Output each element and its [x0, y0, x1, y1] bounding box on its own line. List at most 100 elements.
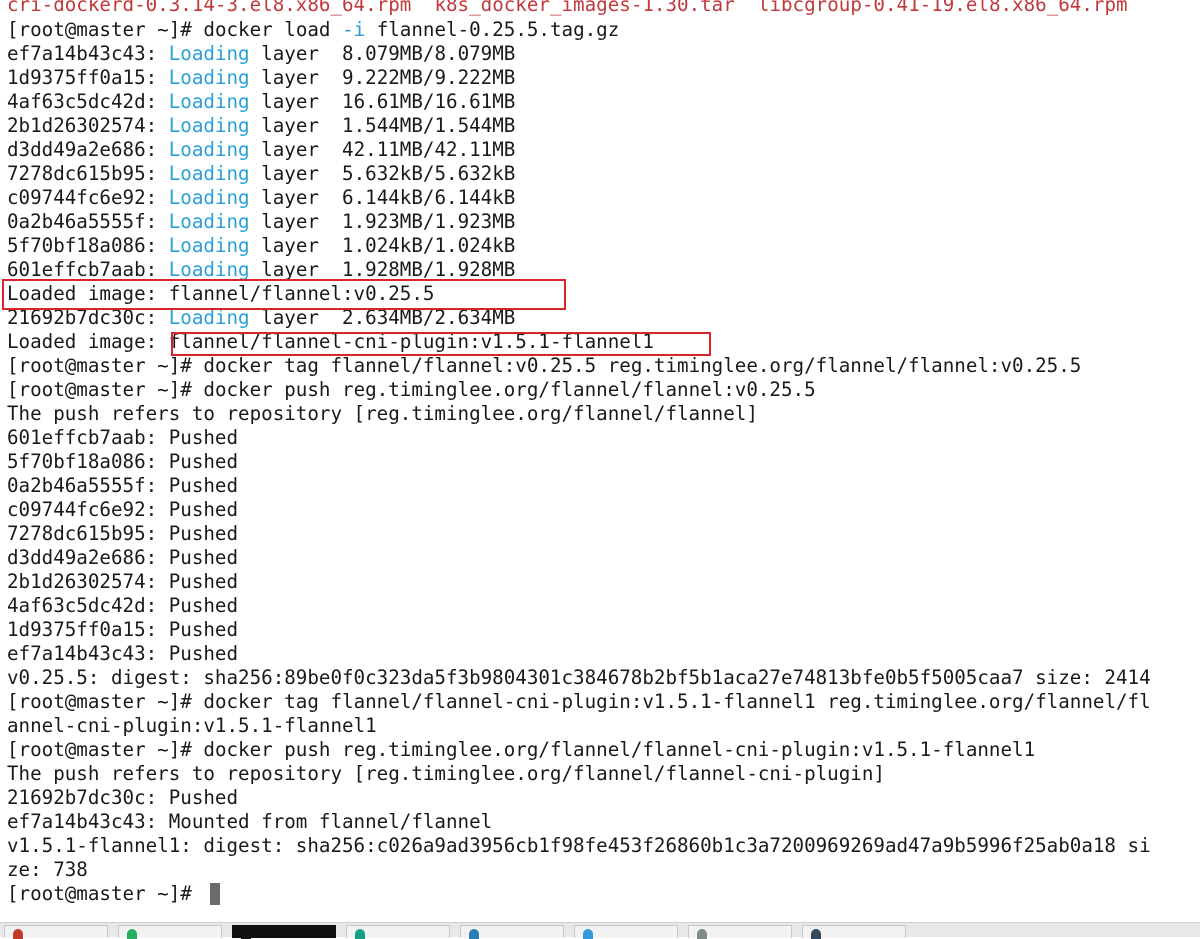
file-name: libcgroup-0.41-19.el8.x86_64.rpm — [757, 0, 1128, 16]
taskbar-item[interactable] — [346, 925, 450, 939]
terminal-icon — [241, 929, 251, 939]
layer-size: 1.544MB/1.544MB — [342, 114, 516, 137]
layer-size: 42.11MB/42.11MB — [342, 138, 516, 161]
taskbar-item[interactable] — [688, 925, 792, 939]
layer-id: 21692b7dc30c: — [7, 306, 158, 329]
loading-layer-line: 2b1d26302574: Loading layer 1.544MB/1.54… — [7, 114, 515, 138]
text-cursor — [210, 883, 220, 905]
taskbar — [0, 922, 1200, 939]
layer-word: layer — [249, 138, 343, 161]
taskbar-item[interactable] — [4, 925, 108, 939]
loading-word: Loading — [168, 306, 250, 329]
layer-word: layer — [249, 210, 343, 233]
loaded-image-value: flannel/flannel-cni-plugin:v1.5.1-flanne… — [168, 330, 654, 353]
layer-word: layer — [249, 42, 343, 65]
layer-word: layer — [249, 186, 343, 209]
pushed-layer-line: ef7a14b43c43: Pushed — [7, 642, 239, 665]
pushed-layer-line: 2b1d26302574: Pushed — [7, 570, 239, 593]
loading-layer-line: 1d9375ff0a15: Loading layer 9.222MB/9.22… — [7, 66, 515, 90]
final-prompt-line[interactable]: [root@master ~]# — [7, 882, 203, 906]
layer-word: layer — [249, 114, 343, 137]
taskbar-item[interactable] — [118, 925, 222, 939]
app-icon-gray — [697, 929, 707, 939]
file-name: cri-dockerd-0.3.14-3.el8.x86_64.rpm — [7, 0, 412, 16]
push-refers-line: The push refers to repository [reg.timin… — [7, 402, 758, 425]
pushed-layer-line: 5f70bf18a086: Pushed — [7, 450, 239, 473]
mounted-layer-line: ef7a14b43c43: Mounted from flannel/flann… — [7, 810, 493, 833]
layer-size: 6.144kB/6.144kB — [342, 186, 516, 209]
loading-layer-line: 21692b7dc30c: Loading layer 2.634MB/2.63… — [7, 306, 515, 330]
loading-word: Loading — [168, 210, 250, 233]
app-icon-red — [13, 929, 23, 939]
loading-layer-line: c09744fc6e92: Loading layer 6.144kB/6.14… — [7, 186, 515, 210]
pushed-layer-line: 21692b7dc30c: Pushed — [7, 786, 239, 809]
layer-id: 2b1d26302574: — [7, 114, 158, 137]
taskbar-item[interactable] — [574, 925, 678, 939]
loading-layer-line: 7278dc615b95: Loading layer 5.632kB/5.63… — [7, 162, 515, 186]
shell-prompt: [root@master ~]# — [7, 18, 192, 41]
layer-id: 601effcb7aab: — [7, 258, 158, 281]
loaded-image-line: Loaded image: flannel/flannel:v0.25.5 — [7, 282, 435, 305]
layer-size: 8.079MB/8.079MB — [342, 42, 516, 65]
layer-size: 9.222MB/9.222MB — [342, 66, 516, 89]
layer-size: 5.632kB/5.632kB — [342, 162, 516, 185]
loading-word: Loading — [168, 138, 250, 161]
layer-size: 1.928MB/1.928MB — [342, 258, 516, 281]
layer-word: layer — [249, 162, 343, 185]
command-text: docker load — [203, 18, 343, 41]
command-text: docker tag flannel/flannel-cni-plugin:v1… — [191, 690, 1151, 713]
layer-id: d3dd49a2e686: — [7, 138, 158, 161]
loading-layer-line: 4af63c5dc42d: Loading layer 16.61MB/16.6… — [7, 90, 515, 114]
layer-size: 16.61MB/16.61MB — [342, 90, 516, 113]
loading-word: Loading — [168, 42, 250, 65]
layer-word: layer — [249, 90, 343, 113]
digest-line: v1.5.1-flannel1: digest: sha256:c026a9ad… — [7, 834, 1151, 857]
command-line-tag: [root@master ~]# docker tag flannel/flan… — [7, 354, 1081, 378]
taskbar-item[interactable] — [802, 925, 906, 939]
loading-word: Loading — [168, 90, 250, 113]
layer-word: layer — [249, 306, 343, 329]
shell-prompt: [root@master ~]# — [7, 690, 192, 713]
loaded-image-prefix: Loaded image: — [7, 330, 169, 353]
digest-line: v0.25.5: digest: sha256:89be0f0c323da5f3… — [7, 666, 1151, 689]
loading-word: Loading — [168, 114, 250, 137]
loading-word: Loading — [168, 162, 250, 185]
layer-id: 1d9375ff0a15: — [7, 66, 158, 89]
taskbar-item[interactable] — [232, 925, 336, 939]
file-listing-line: cri-dockerd-0.3.14-3.el8.x86_64.rpm k8s_… — [7, 0, 1128, 17]
pushed-layer-line: 1d9375ff0a15: Pushed — [7, 618, 239, 641]
command-continuation: annel-cni-plugin:v1.5.1-flannel1 — [7, 714, 377, 737]
pushed-layer-line: 4af63c5dc42d: Pushed — [7, 594, 239, 617]
shell-prompt: [root@master ~]# — [7, 378, 192, 401]
loading-layer-line: 601effcb7aab: Loading layer 1.928MB/1.92… — [7, 258, 515, 282]
app-icon-slate — [811, 929, 821, 939]
loading-word: Loading — [168, 234, 250, 257]
layer-size: 1.923MB/1.923MB — [342, 210, 516, 233]
command-line-push: [root@master ~]# docker push reg.timingl… — [7, 378, 816, 402]
layer-id: 7278dc615b95: — [7, 162, 158, 185]
command-line-tag: [root@master ~]# docker tag flannel/flan… — [7, 690, 1151, 714]
digest-continuation: ze: 738 — [7, 858, 88, 881]
taskbar-item[interactable] — [460, 925, 564, 939]
command-line-push: [root@master ~]# docker push reg.timingl… — [7, 738, 1035, 762]
command-text: docker tag flannel/flannel:v0.25.5 reg.t… — [191, 354, 1082, 377]
loading-word: Loading — [168, 186, 250, 209]
shell-prompt: [root@master ~]# — [7, 882, 204, 905]
loading-layer-line: 0a2b46a5555f: Loading layer 1.923MB/1.92… — [7, 210, 515, 234]
pushed-layer-line: 7278dc615b95: Pushed — [7, 522, 239, 545]
terminal-window[interactable]: cri-dockerd-0.3.14-3.el8.x86_64.rpm k8s_… — [0, 0, 1200, 922]
layer-id: c09744fc6e92: — [7, 186, 158, 209]
loaded-image-line: Loaded image: flannel/flannel-cni-plugin… — [7, 330, 654, 354]
app-icon-teal — [355, 929, 365, 939]
pushed-layer-line: c09744fc6e92: Pushed — [7, 498, 239, 521]
pushed-layer-line: d3dd49a2e686: Pushed — [7, 546, 239, 569]
command-option: -i — [342, 18, 366, 41]
layer-word: layer — [249, 234, 343, 257]
command-line-load: [root@master ~]# docker load -i flannel-… — [7, 18, 619, 42]
loading-layer-line: 5f70bf18a086: Loading layer 1.024kB/1.02… — [7, 234, 515, 258]
layer-word: layer — [249, 258, 343, 281]
app-icon-blue — [469, 929, 479, 939]
layer-id: 4af63c5dc42d: — [7, 90, 158, 113]
command-text: docker push reg.timinglee.org/flannel/fl… — [191, 378, 816, 401]
loading-layer-line: ef7a14b43c43: Loading layer 8.079MB/8.07… — [7, 42, 515, 66]
